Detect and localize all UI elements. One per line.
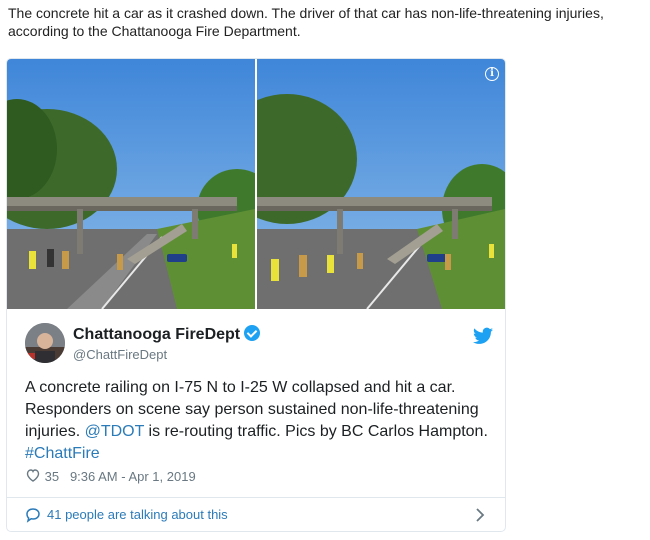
embedded-tweet[interactable]: i Chattanooga FireDept @ChattFireDept A … <box>6 58 506 532</box>
tweet-author[interactable]: Chattanooga FireDept @ChattFireDept <box>25 323 495 363</box>
mention-link[interactable]: @TDOT <box>85 423 145 440</box>
tweet-photo-2[interactable]: i <box>257 59 505 309</box>
chevron-right-icon[interactable] <box>475 508 485 522</box>
conversation-footer[interactable]: 41 people are talking about this <box>7 497 505 531</box>
talking-about-link[interactable]: 41 people are talking about this <box>47 507 228 522</box>
tweet-text: A concrete railing on I-75 N to I-25 W c… <box>25 377 495 465</box>
twitter-bird-icon[interactable] <box>473 327 493 345</box>
author-name-text[interactable]: Chattanooga FireDept <box>73 326 240 343</box>
author-handle[interactable]: @ChattFireDept <box>73 347 167 362</box>
author-name[interactable]: Chattanooga FireDept <box>73 325 261 344</box>
avatar[interactable] <box>25 323 65 363</box>
tweet-media[interactable]: i <box>7 59 505 309</box>
verified-badge-icon <box>244 325 261 341</box>
tweet-text-part2: is re-routing traffic. Pics by BC Carlos… <box>144 423 488 440</box>
comment-bubble-icon <box>26 508 40 523</box>
hashtag-link[interactable]: #ChattFire <box>25 445 100 462</box>
info-icon[interactable]: i <box>485 67 499 81</box>
like-count[interactable]: 35 <box>45 469 59 484</box>
timestamp-link[interactable]: 9:36 AM - Apr 1, 2019 <box>70 469 196 484</box>
tweet-meta: 35 9:36 AM - Apr 1, 2019 <box>25 467 196 485</box>
article-caption: The concrete hit a car as it crashed dow… <box>8 5 604 39</box>
heart-icon[interactable] <box>25 467 41 483</box>
tweet-photo-1[interactable] <box>7 59 255 309</box>
